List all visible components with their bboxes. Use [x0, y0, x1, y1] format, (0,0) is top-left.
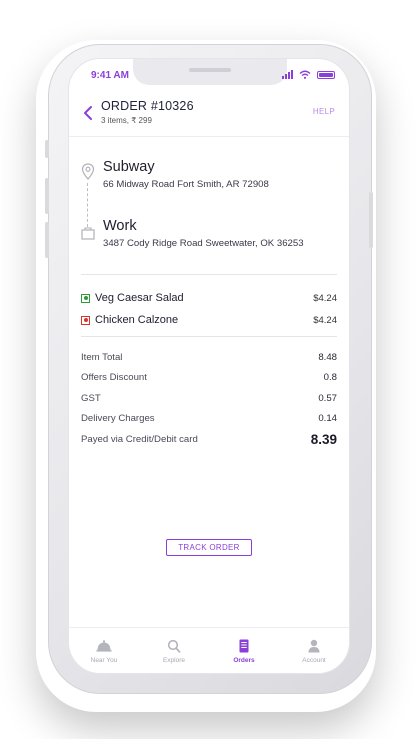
bill-row: GST 0.57	[81, 388, 337, 409]
tab-label: Near You	[90, 657, 118, 664]
item-name: Chicken Calzone	[95, 314, 179, 326]
veg-icon	[81, 293, 90, 303]
bill-label: Item Total	[81, 351, 123, 363]
bill-row: Item Total 8.48	[81, 347, 337, 368]
tab-account[interactable]: Account	[279, 628, 349, 673]
list-item: Chicken Calzone $4.24	[81, 309, 337, 331]
volume-up-button	[45, 178, 49, 214]
search-icon	[167, 639, 181, 653]
bill-value: 0.57	[318, 392, 337, 404]
dropoff-name: Work	[103, 218, 137, 234]
bill-label: Delivery Charges	[81, 413, 155, 425]
notch	[133, 59, 287, 85]
bill-label: Payed via Credit/Debit card	[81, 433, 198, 445]
pickup-name: Subway	[103, 159, 155, 175]
route-dashed-line	[87, 183, 88, 227]
tab-orders[interactable]: Orders	[209, 628, 279, 673]
order-summary: 3 items, ₹ 299	[101, 116, 152, 125]
destination-icon	[81, 227, 95, 240]
volume-down-button	[45, 222, 49, 258]
bill-row: Delivery Charges 0.14	[81, 409, 337, 430]
pickup-address: 66 Midway Road Fort Smith, AR 72908	[103, 179, 269, 190]
bill-row: Offers Discount 0.8	[81, 368, 337, 389]
phone-screen: 9:41 AM ORDER #10326 3 items, ₹ 299 HELP…	[68, 58, 350, 674]
bill-value: 0.14	[318, 413, 337, 425]
account-icon	[308, 639, 320, 653]
battery-icon	[317, 70, 335, 79]
bill-label: GST	[81, 392, 101, 404]
speaker	[189, 68, 231, 72]
status-time: 9:41 AM	[91, 70, 129, 81]
bill-value: 0.8	[323, 372, 337, 384]
power-button	[369, 192, 373, 248]
bill-value: 8.48	[318, 351, 337, 363]
bill-total-value: 8.39	[310, 431, 337, 447]
wifi-icon	[299, 70, 311, 79]
cloche-icon	[96, 640, 112, 652]
signal-icon	[282, 70, 293, 79]
item-name: Veg Caesar Salad	[95, 292, 184, 304]
tab-label: Explore	[162, 657, 186, 664]
back-arrow-icon[interactable]	[81, 105, 95, 121]
order-title: ORDER #10326	[101, 99, 194, 113]
divider	[81, 274, 337, 275]
tab-explore[interactable]: Explore	[139, 628, 209, 673]
list-item: Veg Caesar Salad $4.24	[81, 287, 337, 309]
help-link[interactable]: HELP	[313, 107, 335, 116]
track-order-button[interactable]: TRACK ORDER	[166, 539, 252, 556]
order-items: Veg Caesar Salad $4.24 Chicken Calzone $…	[81, 287, 337, 331]
status-icons	[282, 70, 335, 79]
bill-total-row: Payed via Credit/Debit card 8.39	[81, 429, 337, 450]
mute-switch	[45, 140, 49, 158]
order-header: ORDER #10326 3 items, ₹ 299 HELP	[69, 95, 349, 137]
item-price: $4.24	[313, 314, 337, 326]
location-pin-icon	[81, 163, 95, 180]
orders-icon	[239, 639, 249, 653]
bill-label: Offers Discount	[81, 372, 147, 384]
dropoff-address: 3487 Cody Ridge Road Sweetwater, OK 3625…	[103, 238, 304, 249]
non-veg-icon	[81, 315, 90, 325]
divider	[81, 336, 337, 337]
item-price: $4.24	[313, 292, 337, 304]
tab-label: Orders	[233, 657, 255, 664]
tab-label: Account	[302, 657, 326, 664]
tab-near-you[interactable]: Near You	[69, 628, 139, 673]
bottom-tab-bar: Near You Explore Orders Account	[69, 627, 349, 673]
bill-details: Item Total 8.48 Offers Discount 0.8 GST …	[81, 347, 337, 450]
